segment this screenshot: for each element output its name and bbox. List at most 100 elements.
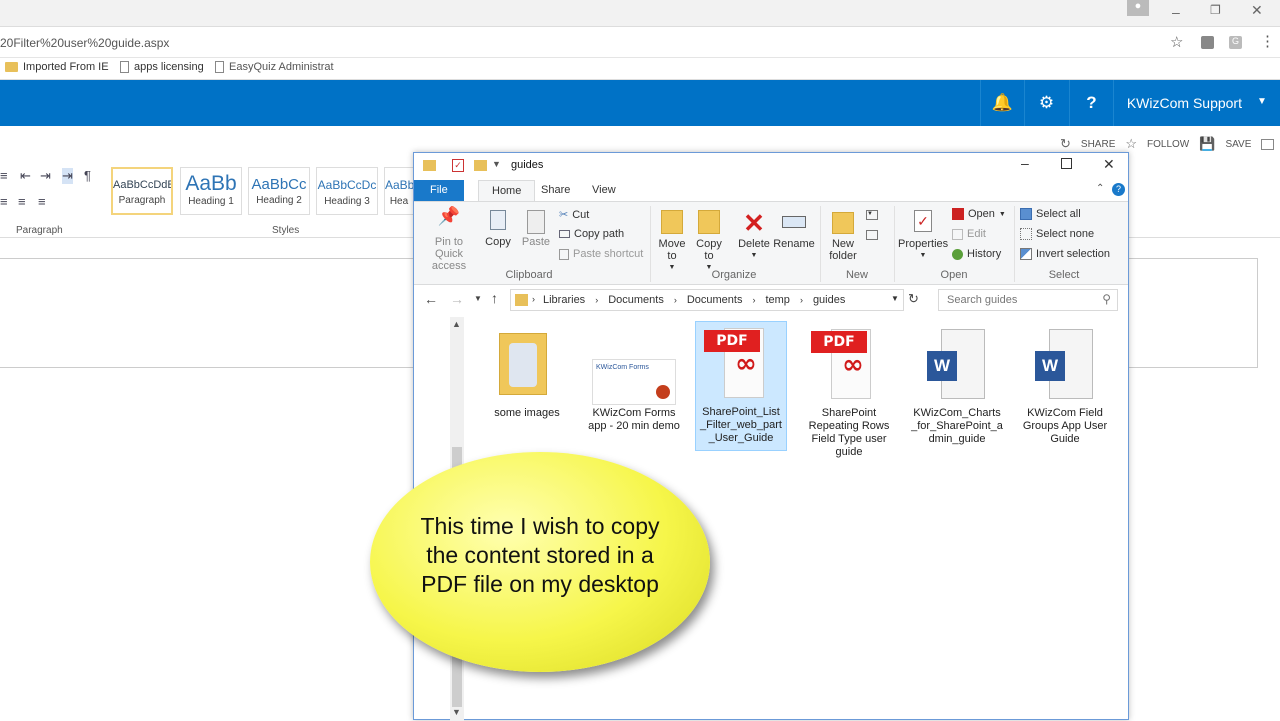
bookmark-apps-licensing[interactable]: apps licensing bbox=[120, 61, 204, 73]
restore-icon[interactable]: ❐ bbox=[1210, 3, 1221, 17]
address-dropdown-icon[interactable]: ▼ bbox=[891, 294, 899, 303]
follow-star-icon[interactable]: ☆ bbox=[1125, 136, 1137, 152]
ltr-icon[interactable]: ⇥ bbox=[62, 168, 73, 184]
scroll-up-icon[interactable]: ▲ bbox=[452, 319, 461, 329]
breadcrumb[interactable]: › Libraries › Documents › Documents › temp ›… bbox=[510, 289, 904, 311]
file-item-word-charts[interactable]: W KWizCom_Charts_for_SharePoint_admin_gu… bbox=[911, 323, 1003, 446]
file-item-folder[interactable]: some images bbox=[481, 323, 573, 420]
share-button[interactable]: SHARE bbox=[1081, 139, 1115, 150]
new-folder-icon bbox=[824, 210, 862, 238]
easy-access-icon[interactable] bbox=[866, 230, 878, 240]
new-folder-button[interactable]: New folder bbox=[824, 210, 862, 262]
paragraph-tools: ≡ ⇤ ⇥ ⇥ ¶ ≡ ≡ ≡ bbox=[0, 168, 104, 214]
forward-arrow-icon[interactable]: → bbox=[450, 291, 464, 307]
cut-button[interactable]: ✂ Cut bbox=[559, 208, 589, 222]
properties-button[interactable]: ✓ Properties ▼ bbox=[898, 210, 948, 262]
properties-check-icon[interactable]: ✓ bbox=[452, 159, 464, 172]
recent-chevron-icon[interactable]: ▼ bbox=[474, 294, 482, 303]
help-icon[interactable]: ? bbox=[1112, 183, 1125, 196]
tab-view[interactable]: View bbox=[582, 182, 626, 198]
collapse-ribbon-icon[interactable]: ⌃ bbox=[1096, 183, 1104, 194]
move-to-icon bbox=[654, 210, 690, 238]
paste-shortcut-button[interactable]: Paste shortcut bbox=[559, 248, 643, 260]
new-item-icon[interactable]: ▼ bbox=[866, 210, 878, 220]
style-heading-4[interactable]: AaBb Hea bbox=[384, 167, 414, 215]
help-icon[interactable]: ? bbox=[1069, 80, 1113, 126]
style-paragraph[interactable]: AaBbCcDdE Paragraph bbox=[111, 167, 173, 215]
extension-g-icon[interactable]: G bbox=[1229, 36, 1242, 49]
open-button[interactable]: Open ▼ bbox=[952, 208, 1006, 220]
customize-chevron-icon[interactable]: ▼ bbox=[492, 159, 501, 169]
chevron-down-icon[interactable]: ▼ bbox=[1257, 96, 1267, 107]
invert-selection-button[interactable]: Invert selection bbox=[1020, 248, 1110, 260]
tab-share[interactable]: Share bbox=[531, 182, 580, 198]
address-bar[interactable]: 20Filter%20user%20guide.aspx ☆ G ⋮ bbox=[0, 26, 1280, 58]
delete-button[interactable]: ✕ Delete ▼ bbox=[736, 210, 772, 262]
paste-button[interactable]: Paste bbox=[520, 210, 552, 248]
save-icon[interactable]: 💾 bbox=[1199, 136, 1215, 152]
star-icon[interactable]: ☆ bbox=[1170, 33, 1183, 51]
breadcrumb-documents-2[interactable]: Documents bbox=[687, 294, 743, 306]
edit-button[interactable]: Edit bbox=[952, 228, 986, 240]
share-icon[interactable]: ↻ bbox=[1060, 136, 1071, 152]
minimize-icon[interactable]: – bbox=[1021, 155, 1029, 171]
follow-button[interactable]: FOLLOW bbox=[1147, 139, 1189, 150]
file-item-pdf[interactable]: PDF ∞ SharePoint Repeating Rows Field Typ… bbox=[803, 323, 895, 459]
sharepoint-suite-bar: 🔔 ⚙ ? KWizCom Support ▼ bbox=[0, 80, 1280, 126]
file-item-word-fieldgroups[interactable]: W KWizCom Field Groups App User Guide bbox=[1019, 323, 1111, 446]
close-icon[interactable]: ✕ bbox=[1103, 156, 1115, 173]
rtl-icon[interactable]: ¶ bbox=[84, 168, 91, 183]
clipboard-group-label: Clipboard bbox=[505, 269, 553, 281]
url-text[interactable]: 20Filter%20user%20guide.aspx bbox=[0, 36, 169, 50]
tab-file[interactable]: File bbox=[414, 180, 464, 201]
bookmark-imported[interactable]: Imported From IE bbox=[5, 61, 109, 73]
style-heading-3[interactable]: AaBbCcDc Heading 3 bbox=[316, 167, 378, 215]
user-menu[interactable]: KWizCom Support bbox=[1127, 95, 1242, 111]
invert-selection-icon bbox=[1020, 248, 1032, 260]
style-heading-1[interactable]: AaBb Heading 1 bbox=[180, 167, 242, 215]
select-none-button[interactable]: Select none bbox=[1020, 228, 1094, 240]
increase-indent-icon[interactable]: ⇥ bbox=[40, 168, 51, 184]
settings-gear-icon[interactable]: ⚙ bbox=[1024, 80, 1068, 126]
align-right-icon[interactable]: ≡ bbox=[38, 194, 46, 209]
refresh-icon[interactable]: ↻ bbox=[908, 291, 919, 307]
search-input[interactable]: Search guides ⚲ bbox=[938, 289, 1118, 311]
file-item-video[interactable]: KWizCom Forms KWizCom Forms app - 20 min… bbox=[588, 323, 680, 433]
minimize-icon[interactable]: – bbox=[1172, 4, 1180, 20]
breadcrumb-guides[interactable]: guides bbox=[813, 294, 845, 306]
style-heading-2[interactable]: AaBbCc Heading 2 bbox=[248, 167, 310, 215]
close-icon[interactable]: ✕ bbox=[1251, 2, 1263, 19]
profile-icon[interactable]: ● bbox=[1127, 0, 1149, 16]
select-all-button[interactable]: Select all bbox=[1020, 208, 1081, 220]
align-center-icon[interactable]: ≡ bbox=[18, 194, 26, 209]
extension-icon[interactable] bbox=[1201, 36, 1214, 49]
up-arrow-icon[interactable]: ↑ bbox=[491, 290, 498, 306]
pin-quick-access-button[interactable]: 📌 Pin to Quick access bbox=[420, 207, 478, 272]
history-button[interactable]: History bbox=[952, 248, 1001, 260]
rename-button[interactable]: Rename bbox=[772, 210, 816, 250]
bookmark-easyquiz[interactable]: EasyQuiz Administrat bbox=[215, 61, 334, 73]
file-item-pdf-selected[interactable]: PDF ∞ SharePoint_List_Filter_web_part_Use… bbox=[695, 321, 787, 451]
breadcrumb-libraries[interactable]: Libraries bbox=[543, 294, 585, 306]
acrobat-icon: ∞ bbox=[842, 350, 864, 380]
back-arrow-icon[interactable]: ← bbox=[424, 291, 438, 307]
copy-button[interactable]: Copy bbox=[482, 210, 514, 248]
bullets-icon[interactable]: ≡ bbox=[0, 168, 8, 183]
breadcrumb-documents-1[interactable]: Documents bbox=[608, 294, 664, 306]
copy-path-button[interactable]: Copy path bbox=[559, 228, 624, 240]
save-button[interactable]: SAVE bbox=[1225, 139, 1251, 150]
tab-home[interactable]: Home bbox=[478, 180, 536, 201]
new-folder-quick-icon[interactable] bbox=[474, 160, 487, 171]
decrease-indent-icon[interactable]: ⇤ bbox=[20, 168, 31, 184]
copy-to-button[interactable]: Copy to ▼ bbox=[692, 210, 726, 274]
notifications-bell-icon[interactable]: 🔔 bbox=[980, 80, 1024, 126]
focus-icon[interactable] bbox=[1261, 138, 1275, 150]
scroll-down-icon[interactable]: ▼ bbox=[452, 707, 461, 717]
menu-icon[interactable]: ⋮ bbox=[1260, 32, 1275, 50]
align-left-icon[interactable]: ≡ bbox=[0, 194, 8, 209]
move-to-button[interactable]: Move to ▼ bbox=[654, 210, 690, 274]
scissors-icon: ✂ bbox=[559, 209, 569, 221]
search-icon: ⚲ bbox=[1102, 292, 1111, 306]
maximize-icon[interactable] bbox=[1061, 158, 1072, 169]
breadcrumb-temp[interactable]: temp bbox=[765, 294, 789, 306]
